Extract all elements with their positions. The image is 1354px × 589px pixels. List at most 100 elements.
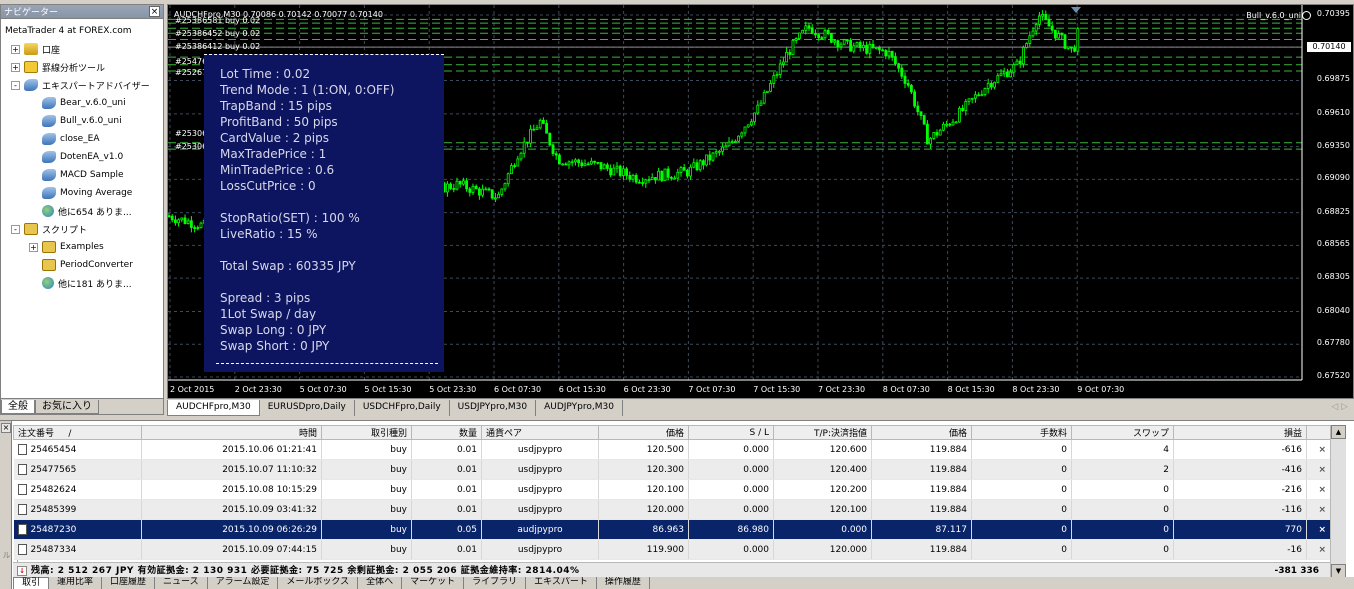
- candle-body: [573, 159, 577, 163]
- terminal-tab[interactable]: ニュース: [155, 577, 208, 589]
- close-order-icon[interactable]: ×: [1306, 519, 1331, 540]
- trade-cell-type: buy: [321, 499, 412, 520]
- close-order-icon[interactable]: ×: [1306, 459, 1331, 480]
- collapse-icon[interactable]: -: [11, 224, 20, 234]
- col-tp[interactable]: T/P:決済指値: [773, 425, 872, 440]
- navigator-item[interactable]: + Examples: [29, 238, 104, 256]
- trade-cell-commission: 0: [971, 519, 1072, 540]
- navigator-item[interactable]: close_EA: [29, 130, 100, 148]
- trade-cell-time: 2015.10.09 07:44:15: [141, 539, 322, 560]
- col-profit[interactable]: 損益: [1173, 425, 1307, 440]
- candle-body: [634, 175, 638, 183]
- candle-body: [663, 168, 667, 181]
- navigator-item[interactable]: MACD Sample: [29, 166, 124, 184]
- navigator-item[interactable]: + 口座: [11, 40, 60, 58]
- candle-body: [168, 215, 171, 218]
- terminal-tab[interactable]: メールボックス: [278, 577, 359, 589]
- col-commission[interactable]: 手数料: [971, 425, 1072, 440]
- chart-tab-audchf[interactable]: AUDCHFpro,M30: [167, 400, 260, 416]
- col-sl[interactable]: S / L: [688, 425, 774, 440]
- candle-body: [862, 44, 865, 49]
- terminal-tab[interactable]: 運用比率: [49, 577, 103, 589]
- order-number: 25485399: [30, 505, 77, 515]
- candle-body: [650, 177, 654, 181]
- terminal-tab[interactable]: 操作履歴: [597, 577, 650, 589]
- terminal-close-button[interactable]: ×: [1, 423, 11, 433]
- trade-cell-size: 0.05: [411, 519, 482, 540]
- navigator-close-button[interactable]: ×: [149, 6, 160, 17]
- terminal-tab[interactable]: アラーム設定: [208, 577, 279, 589]
- candle-body: [506, 173, 510, 185]
- navigator-tab-favorites[interactable]: お気に入り: [35, 400, 99, 414]
- terminal-tab[interactable]: 取引: [13, 577, 50, 589]
- ea-info-panel: Lot Time : 0.02 Trend Mode : 1 (1:ON, 0:O…: [204, 54, 444, 372]
- ea-info-line: TrapBand : 15 pips: [220, 99, 332, 113]
- candle-body: [484, 188, 488, 191]
- close-order-icon[interactable]: ×: [1306, 539, 1331, 560]
- collapse-icon[interactable]: -: [11, 80, 20, 90]
- candle-body: [695, 162, 699, 171]
- col-order[interactable]: 注文番号 /: [13, 425, 142, 440]
- candle-body: [593, 160, 597, 163]
- chart-window[interactable]: AUDCHFpro,M30 0.70086 0.70142 0.70077 0.…: [167, 4, 1354, 399]
- candle-body: [762, 92, 766, 104]
- candle-body: [788, 52, 792, 55]
- trade-row[interactable]: 25465454 2015.10.06 01:21:41 buy 0.01 usdjpy…: [13, 439, 1331, 460]
- candle-body: [814, 33, 817, 36]
- terminal-tab[interactable]: ライブラリ: [464, 577, 527, 589]
- trade-cell-swap: 0: [1071, 479, 1174, 500]
- close-order-icon[interactable]: ×: [1306, 499, 1331, 520]
- col-symbol[interactable]: 通貨ペア: [481, 425, 599, 440]
- expert-advisors-icon: [24, 79, 38, 91]
- trade-row[interactable]: 25487230 2015.10.09 06:26:29 buy 0.05 audjpy…: [13, 519, 1331, 540]
- trade-row[interactable]: 25482624 2015.10.08 10:15:29 buy 0.01 usdjpy…: [13, 479, 1331, 500]
- chart-tabs-scroll-arrows[interactable]: ◁ ▷: [1331, 402, 1348, 412]
- terminal-tab[interactable]: マーケット: [402, 577, 465, 589]
- chart-tab-usdchf[interactable]: USDCHFpro,Daily: [355, 400, 450, 416]
- terminal-tab[interactable]: 口座履歴: [102, 577, 156, 589]
- col-swap[interactable]: スワップ: [1071, 425, 1174, 440]
- navigator-item[interactable]: 他に654 ありま...: [29, 202, 132, 220]
- navigator-item[interactable]: + 罫線分析ツール: [11, 58, 105, 76]
- candle-body: [541, 119, 545, 124]
- col-current-price[interactable]: 価格: [871, 425, 972, 440]
- candle-body: [868, 44, 872, 54]
- scripts-icon: [24, 223, 38, 235]
- trade-cell-swap: 4: [1071, 439, 1174, 460]
- chart-tab-usdjpy[interactable]: USDJPYpro,M30: [450, 400, 537, 416]
- trade-cell-sl: 86.980: [688, 519, 774, 540]
- col-price[interactable]: 価格: [598, 425, 689, 440]
- navigator-item[interactable]: Bear_v.6.0_uni: [29, 94, 126, 112]
- expand-icon[interactable]: +: [11, 62, 20, 72]
- close-order-icon[interactable]: ×: [1306, 479, 1331, 500]
- navigator-item[interactable]: Bull_v.6.0_uni: [29, 112, 122, 130]
- trade-cell-time: 2015.10.09 03:41:32: [141, 499, 322, 520]
- col-type[interactable]: 取引種別: [321, 425, 412, 440]
- price-axis-label: 0.68565: [1316, 239, 1350, 249]
- terminal-tab[interactable]: エキスパート: [526, 577, 597, 589]
- col-size[interactable]: 数量: [411, 425, 482, 440]
- terminal-scrollbar[interactable]: ▲ ▼: [1330, 425, 1346, 578]
- terminal-tab[interactable]: 全体へ: [358, 577, 403, 589]
- col-time[interactable]: 時間: [141, 425, 322, 440]
- candle-body: [794, 38, 798, 41]
- navigator-tab-common[interactable]: 全般: [1, 400, 35, 414]
- expand-icon[interactable]: +: [11, 44, 20, 54]
- navigator-item[interactable]: PeriodConverter: [29, 256, 133, 274]
- navigator-item[interactable]: 他に181 ありま...: [29, 274, 132, 292]
- scroll-down-button[interactable]: ▼: [1331, 564, 1346, 578]
- chart-tab-audjpy[interactable]: AUDJPYpro,M30: [536, 400, 623, 416]
- navigator-item[interactable]: - エキスパートアドバイザー: [11, 76, 150, 94]
- trade-row[interactable]: 25487334 2015.10.09 07:44:15 buy 0.01 usdjpy…: [13, 539, 1331, 560]
- close-order-icon[interactable]: ×: [1306, 439, 1331, 460]
- scroll-up-button[interactable]: ▲: [1331, 425, 1346, 439]
- trade-row[interactable]: 25477565 2015.10.07 11:10:32 buy 0.01 usdjpy…: [13, 459, 1331, 480]
- navigator-item[interactable]: DotenEA_v1.0: [29, 148, 123, 166]
- navigator-item[interactable]: MetaTrader 4 at FOREX.com: [5, 22, 132, 40]
- expand-icon[interactable]: +: [29, 242, 38, 252]
- navigator-item[interactable]: - スクリプト: [11, 220, 87, 238]
- trade-row[interactable]: 25485399 2015.10.09 03:41:32 buy 0.01 usdjpy…: [13, 499, 1331, 520]
- indicators-icon: [24, 61, 38, 73]
- chart-tab-eurusd[interactable]: EURUSDpro,Daily: [260, 400, 355, 416]
- navigator-item[interactable]: Moving Average: [29, 184, 132, 202]
